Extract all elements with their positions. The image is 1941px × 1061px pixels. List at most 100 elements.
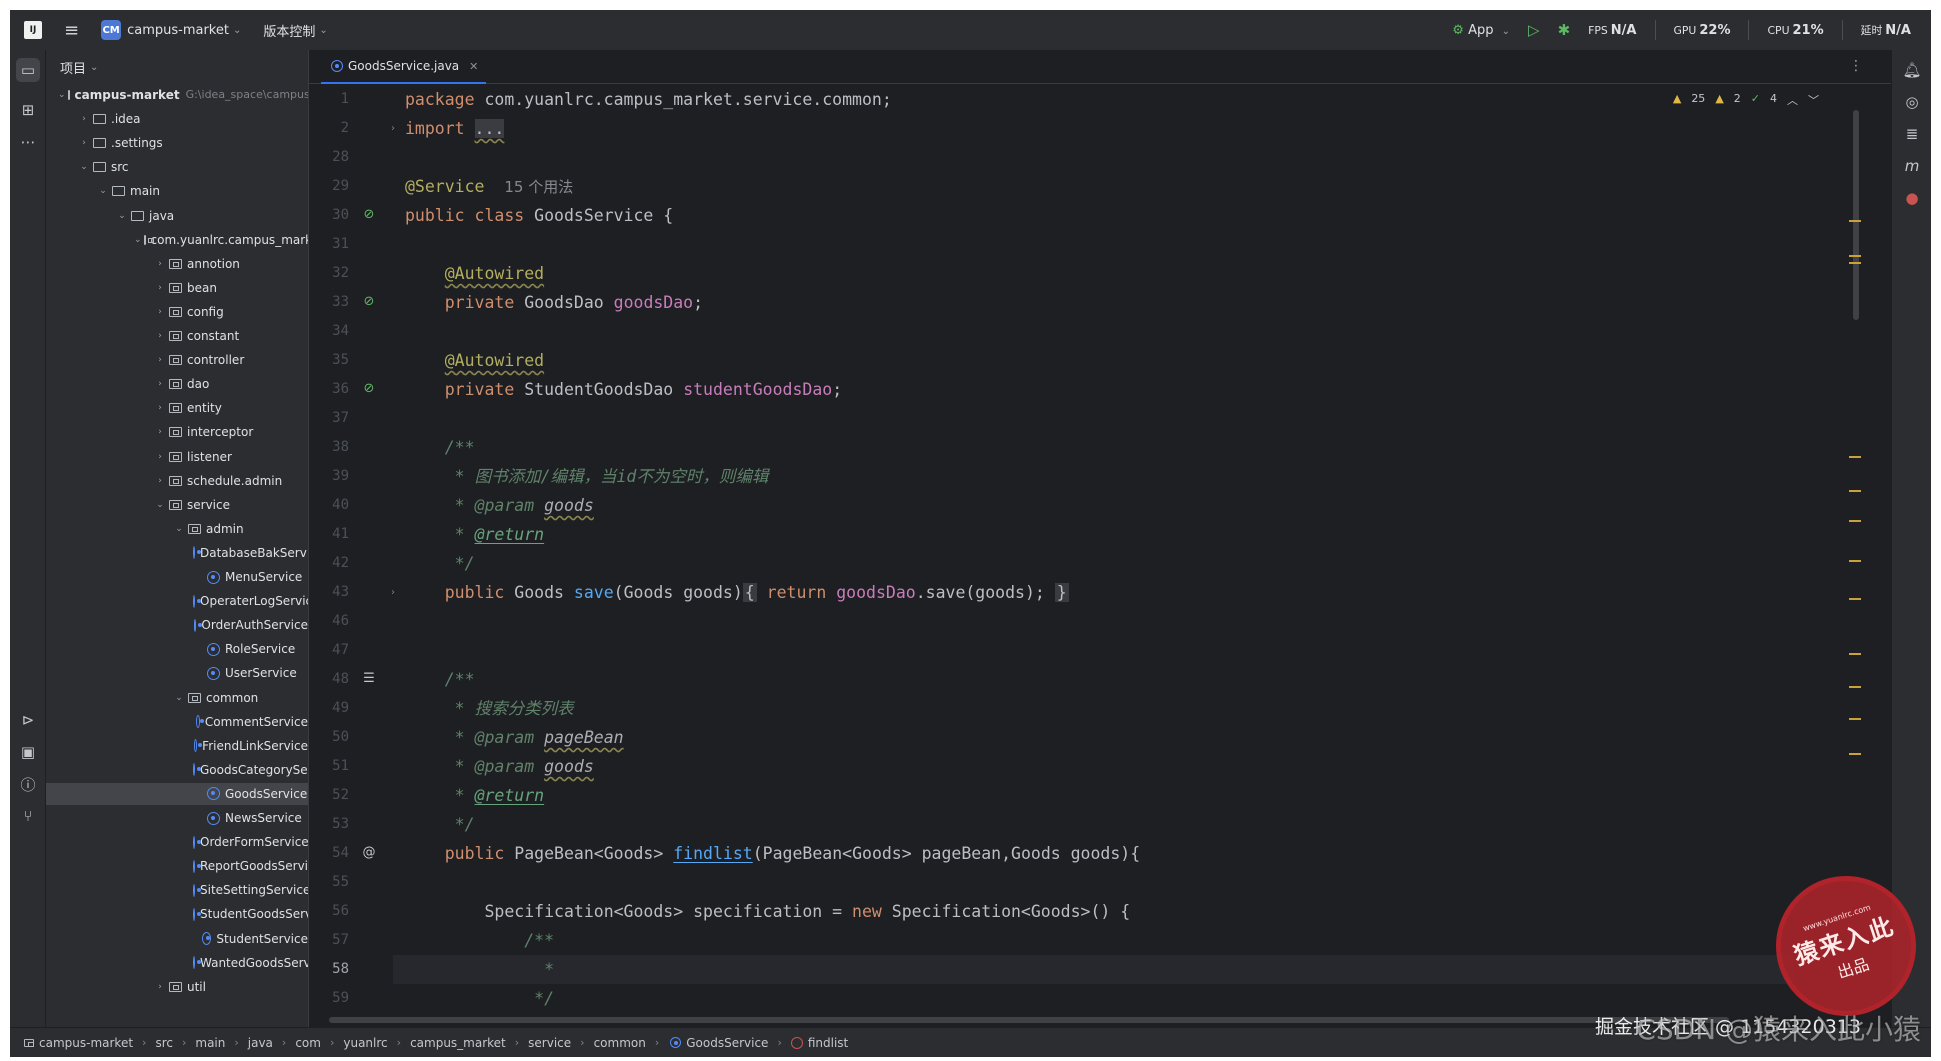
chevron-down-icon[interactable]: ⌄	[172, 687, 186, 709]
chevron-down-icon[interactable]: ⌄	[115, 205, 129, 227]
warning-marker[interactable]	[1849, 220, 1861, 222]
tree-item-class[interactable]: OperaterLogService	[46, 590, 308, 612]
editor-vertical-scrollbar[interactable]	[1853, 110, 1859, 320]
git-icon[interactable]: ⑂	[16, 804, 40, 828]
tree-item-folder[interactable]: › annotion	[46, 253, 308, 275]
more-tools-icon[interactable]: ⋯	[16, 130, 40, 154]
database-icon[interactable]: ≣	[1900, 122, 1924, 146]
breadcrumb-item[interactable]: campus_market	[410, 1036, 506, 1050]
tree-item-folder[interactable]: › entity	[46, 397, 308, 419]
tree-item-class[interactable]: SiteSettingService	[46, 879, 308, 901]
chevron-right-icon[interactable]: ›	[153, 253, 167, 275]
tree-item-class[interactable]: GoodsCategoryService	[46, 759, 308, 781]
project-badge[interactable]: CM	[101, 20, 122, 40]
breadcrumb-item[interactable]: campus-market	[22, 1036, 133, 1050]
tree-item-folder[interactable]: ⌄ main	[46, 180, 308, 202]
run-icon[interactable]: ▷	[1528, 21, 1540, 39]
warning-marker[interactable]	[1849, 753, 1861, 755]
chevron-right-icon[interactable]: ›	[153, 470, 167, 492]
warning-marker[interactable]	[1849, 456, 1861, 458]
spring-bean-icon[interactable]: ⊘	[361, 294, 377, 310]
ai-assistant-icon[interactable]: ◎	[1900, 90, 1924, 114]
warning-marker[interactable]	[1849, 560, 1861, 562]
chevron-right-icon[interactable]: ›	[153, 976, 167, 998]
problems-icon[interactable]: ⓘ	[16, 772, 40, 796]
tree-item-folder[interactable]: ⌄ admin	[46, 518, 308, 540]
tree-item-folder[interactable]: › bean	[46, 277, 308, 299]
usages-hint[interactable]: 15 个用法	[504, 178, 573, 196]
warning-marker[interactable]	[1849, 718, 1861, 720]
chevron-right-icon[interactable]: ›	[153, 421, 167, 443]
chevron-down-icon[interactable]: ⌄	[96, 180, 110, 202]
tree-item-folder[interactable]: ⌄ campus-market G:\idea_space\campus-marke…	[46, 84, 308, 106]
main-menu-icon[interactable]: ≡	[64, 20, 79, 41]
tree-item-folder[interactable]: › dao	[46, 373, 308, 395]
warning-marker[interactable]	[1849, 490, 1861, 492]
tree-item-folder[interactable]: › config	[46, 301, 308, 323]
tree-item-folder[interactable]: ⌄ com.yuanlrc.campus_market	[46, 229, 308, 251]
chevron-right-icon[interactable]: ›	[153, 325, 167, 347]
inspection-widget[interactable]: ▲ 25 ▲ 2 ✓ 4 ︿ ﹀	[1673, 92, 1819, 108]
endpoint-icon[interactable]: @	[361, 845, 377, 861]
spring-bean-icon[interactable]: ⊘	[361, 381, 377, 397]
tree-item-class[interactable]: OrderFormService	[46, 831, 308, 853]
chevron-down-icon[interactable]: ﹀	[1808, 92, 1819, 108]
tree-item-class[interactable]: RoleService	[46, 638, 308, 660]
warning-marker[interactable]	[1849, 686, 1861, 688]
structure-icon[interactable]: ⊞	[16, 98, 40, 122]
tree-item-folder[interactable]: › util	[46, 976, 308, 998]
chevron-right-icon[interactable]: ›	[77, 108, 91, 130]
chevron-right-icon[interactable]: ›	[153, 373, 167, 395]
tree-item-folder[interactable]: ⌄ service	[46, 494, 308, 516]
breadcrumb-item[interactable]: java	[248, 1036, 273, 1050]
close-icon[interactable]: ✕	[469, 60, 478, 73]
chevron-down-icon[interactable]: ⌄	[153, 494, 167, 516]
chevron-down-icon[interactable]: ⌄	[172, 518, 186, 540]
chevron-right-icon[interactable]: ›	[153, 277, 167, 299]
tree-item-class[interactable]: FriendLinkService	[46, 735, 308, 757]
tree-item-folder[interactable]: › .settings	[46, 132, 308, 154]
spring-bean-icon[interactable]: ⊘	[361, 207, 377, 223]
rendered-doc-toggle-icon[interactable]: ☰	[361, 671, 377, 687]
tree-item-class[interactable]: UserService	[46, 662, 308, 684]
breadcrumb-item[interactable]: GoodsService	[668, 1036, 768, 1050]
intellij-logo-icon[interactable]: IJ	[24, 21, 42, 39]
breadcrumb-item[interactable]: src	[155, 1036, 173, 1050]
tree-item-folder[interactable]: › schedule.admin	[46, 470, 308, 492]
warning-marker[interactable]	[1849, 255, 1861, 257]
chevron-right-icon[interactable]: ›	[153, 446, 167, 468]
tree-item-class[interactable]: GoodsService	[46, 782, 308, 805]
tree-item-class[interactable]: StudentGoodsService	[46, 903, 308, 925]
folded-imports[interactable]: ...	[474, 119, 505, 138]
chevron-down-icon[interactable]: ⌄	[77, 156, 91, 178]
tree-item-class[interactable]: NewsService	[46, 807, 308, 829]
warning-marker[interactable]	[1849, 598, 1861, 600]
debug-icon[interactable]: ✱	[1558, 21, 1571, 39]
project-panel-header[interactable]: 项目 ⌄	[46, 50, 308, 84]
more-options-icon[interactable]: ⋮	[1849, 58, 1863, 74]
notifications-icon[interactable]: 🔔︎	[1900, 58, 1924, 82]
tree-item-folder[interactable]: ⌄ src	[46, 156, 308, 178]
tree-item-class[interactable]: MenuService	[46, 566, 308, 588]
project-folder-icon[interactable]: ▭	[16, 58, 40, 82]
tree-item-folder[interactable]: › constant	[46, 325, 308, 347]
breadcrumb-item[interactable]: main	[195, 1036, 225, 1050]
breadcrumb-item[interactable]: com	[295, 1036, 321, 1050]
chevron-down-icon[interactable]: ⌄	[134, 229, 142, 251]
chevron-right-icon[interactable]: ›	[153, 301, 167, 323]
warning-marker[interactable]	[1849, 262, 1861, 264]
tree-item-class[interactable]: WantedGoodsService	[46, 952, 308, 974]
terminal-icon[interactable]: ▣	[16, 740, 40, 764]
chevron-up-icon[interactable]: ︿	[1787, 92, 1798, 108]
tree-item-class[interactable]: CommentService	[46, 711, 308, 733]
tree-item-class[interactable]: StudentService	[46, 928, 308, 950]
tab-goods-service[interactable]: GoodsService.java ✕	[321, 50, 487, 84]
plugin-icon[interactable]: ●	[1900, 186, 1924, 210]
tree-item-folder[interactable]: ⌄ java	[46, 205, 308, 227]
breadcrumb-item[interactable]: common	[594, 1036, 646, 1050]
breadcrumb-item[interactable]: yuanlrc	[343, 1036, 387, 1050]
chevron-right-icon[interactable]: ›	[153, 349, 167, 371]
vcs-menu[interactable]: 版本控制	[263, 21, 315, 40]
chevron-down-icon[interactable]: ⌄	[58, 84, 66, 106]
tree-item-folder[interactable]: › listener	[46, 446, 308, 468]
